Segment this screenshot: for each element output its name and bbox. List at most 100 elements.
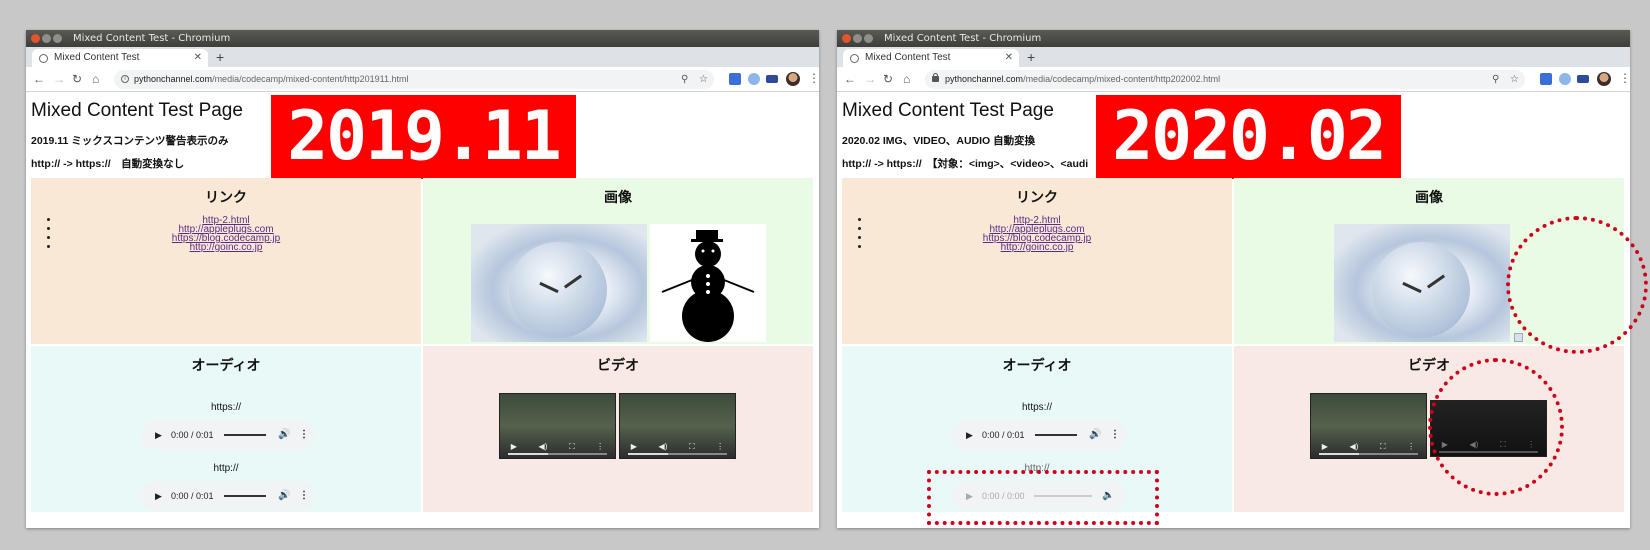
section-heading: リンク (205, 189, 247, 205)
audio-player-http[interactable]: ▶ 0:00 / 0:01 🔊 ⋮ (141, 481, 315, 511)
back-arrow-icon[interactable]: ← (844, 71, 856, 87)
search-icon[interactable]: ⚲ (1492, 70, 1499, 89)
star-icon[interactable]: ☆ (699, 70, 708, 89)
page-subtitle: 2019.11 ミックスコンテンツ警告表示のみ (31, 135, 229, 147)
play-icon[interactable]: ▶ (966, 420, 973, 450)
date-badge: 2019.11 (271, 95, 576, 179)
extension-icon[interactable] (1577, 75, 1589, 83)
minimize-window-button[interactable] (853, 34, 862, 43)
more-options-icon[interactable]: ⋮ (299, 481, 309, 511)
snowman-photo (471, 224, 647, 342)
title-bar: Mixed Content Test - Chromium (837, 30, 1630, 47)
play-icon[interactable]: ▶ (511, 442, 517, 452)
page-title: Mixed Content Test Page (842, 100, 1054, 121)
audio-protocol-label: http:// (213, 463, 239, 474)
back-arrow-icon[interactable]: ← (33, 71, 45, 87)
page-title: Mixed Content Test Page (31, 100, 243, 121)
video-section: ビデオ ▶ ◀) ⛶ ⋮ ▶ ◀) ⛶ ⋮ (423, 346, 813, 512)
maximize-window-button[interactable] (53, 34, 62, 43)
play-icon[interactable]: ▶ (155, 420, 162, 450)
broken-image-icon (1514, 333, 1523, 342)
volume-icon[interactable]: 🔊 (278, 481, 290, 511)
info-icon[interactable]: i (121, 75, 129, 83)
audio-player-https[interactable]: ▶ 0:00 / 0:01 🔊 ⋮ (141, 420, 315, 450)
forward-arrow-icon[interactable]: → (53, 71, 65, 87)
menu-icon[interactable]: ⋮ (808, 71, 819, 85)
audio-protocol-label: https:// (210, 402, 241, 413)
image-section: 画像 (423, 178, 813, 344)
extension-icon[interactable] (748, 73, 760, 85)
translate-extension-icon[interactable] (1540, 73, 1552, 85)
play-icon[interactable]: ▶ (1322, 442, 1328, 452)
link-item[interactable]: http://goinc.co.jp (31, 243, 421, 253)
address-bar[interactable]: pythonchannel.com/media/codecamp/mixed-c… (925, 70, 1525, 89)
more-options-icon[interactable]: ⋮ (299, 420, 309, 450)
minimize-window-button[interactable] (42, 34, 51, 43)
link-section: リンク http-2.html http://appleplugs.com ht… (31, 178, 421, 344)
close-window-button[interactable] (31, 34, 40, 43)
home-icon[interactable]: ⌂ (92, 71, 99, 87)
volume-icon[interactable]: 🔊 (278, 420, 290, 450)
more-options-icon[interactable]: ⋮ (716, 442, 724, 452)
fullscreen-icon[interactable]: ⛶ (689, 442, 695, 452)
video-player-https[interactable]: ▶ ◀) ⛶ ⋮ (1310, 393, 1427, 459)
audio-seek-bar[interactable] (224, 434, 266, 436)
address-bar[interactable]: i pythonchannel.com/media/codecamp/mixed… (114, 70, 714, 89)
extension-icon[interactable] (766, 75, 778, 83)
globe-icon (850, 54, 859, 63)
volume-icon[interactable]: ◀) (539, 442, 548, 452)
link-section: リンク http-2.html http://appleplugs.com ht… (842, 178, 1232, 344)
more-options-icon[interactable]: ⋮ (1110, 420, 1120, 450)
annotation-circle-video (1428, 358, 1564, 496)
tab-mixed-content-test[interactable]: Mixed Content Test ✕ (843, 49, 1019, 67)
section-heading: 画像 (604, 189, 632, 205)
menu-icon[interactable]: ⋮ (1619, 71, 1630, 85)
tab-title: Mixed Content Test (54, 52, 140, 63)
reload-icon[interactable]: ↻ (72, 71, 82, 87)
page-subtitle: 2020.02 IMG、VIDEO、AUDIO 自動変換 (842, 135, 1036, 147)
audio-section: オーディオ https:// ▶ 0:00 / 0:01 🔊 ⋮ http://… (31, 346, 421, 512)
extension-icon[interactable] (1559, 73, 1571, 85)
annotation-circle-image (1506, 216, 1648, 354)
title-bar: Mixed Content Test - Chromium (26, 30, 819, 47)
page-subtitle: http:// -> https:// 【対象：<img>、<video>、<a… (842, 158, 1089, 170)
url-path: /media/codecamp/mixed-content/http201911… (212, 74, 409, 84)
audio-seek-bar[interactable] (224, 495, 266, 497)
reload-icon[interactable]: ↻ (883, 71, 893, 87)
new-tab-button[interactable]: + (1027, 48, 1035, 66)
more-options-icon[interactable]: ⋮ (1407, 442, 1415, 452)
close-tab-icon[interactable]: ✕ (194, 49, 202, 67)
profile-avatar[interactable] (1597, 72, 1611, 86)
volume-icon[interactable]: ◀) (1350, 442, 1359, 452)
close-tab-icon[interactable]: ✕ (1005, 49, 1013, 67)
forward-arrow-icon[interactable]: → (864, 71, 876, 87)
home-icon[interactable]: ⌂ (903, 71, 910, 87)
more-options-icon[interactable]: ⋮ (596, 442, 604, 452)
play-icon[interactable]: ▶ (631, 442, 637, 452)
link-item[interactable]: http://goinc.co.jp (842, 243, 1232, 253)
close-window-button[interactable] (842, 34, 851, 43)
audio-seek-bar[interactable] (1035, 434, 1077, 436)
section-heading: ビデオ (597, 357, 639, 373)
video-player-http[interactable]: ▶ ◀) ⛶ ⋮ (619, 393, 736, 459)
star-icon[interactable]: ☆ (1510, 70, 1519, 89)
search-icon[interactable]: ⚲ (681, 70, 688, 89)
fullscreen-icon[interactable]: ⛶ (569, 442, 575, 452)
volume-icon[interactable]: 🔊 (1089, 420, 1101, 450)
maximize-window-button[interactable] (864, 34, 873, 43)
audio-player-https[interactable]: ▶ 0:00 / 0:01 🔊 ⋮ (952, 420, 1126, 450)
annotation-rect-audio (927, 470, 1159, 525)
video-player-https[interactable]: ▶ ◀) ⛶ ⋮ (499, 393, 616, 459)
fullscreen-icon[interactable]: ⛶ (1380, 442, 1386, 452)
section-heading: リンク (1016, 189, 1058, 205)
tab-mixed-content-test[interactable]: Mixed Content Test ✕ (32, 49, 208, 67)
profile-avatar[interactable] (786, 72, 800, 86)
section-heading: 画像 (1415, 189, 1443, 205)
play-icon[interactable]: ▶ (155, 481, 162, 511)
volume-icon[interactable]: ◀) (659, 442, 668, 452)
new-tab-button[interactable]: + (216, 48, 224, 66)
content-grid: リンク http-2.html http://appleplugs.com ht… (31, 178, 813, 514)
audio-time: 0:00 / 0:01 (171, 430, 214, 440)
translate-extension-icon[interactable] (729, 73, 741, 85)
lock-icon[interactable] (932, 73, 939, 82)
